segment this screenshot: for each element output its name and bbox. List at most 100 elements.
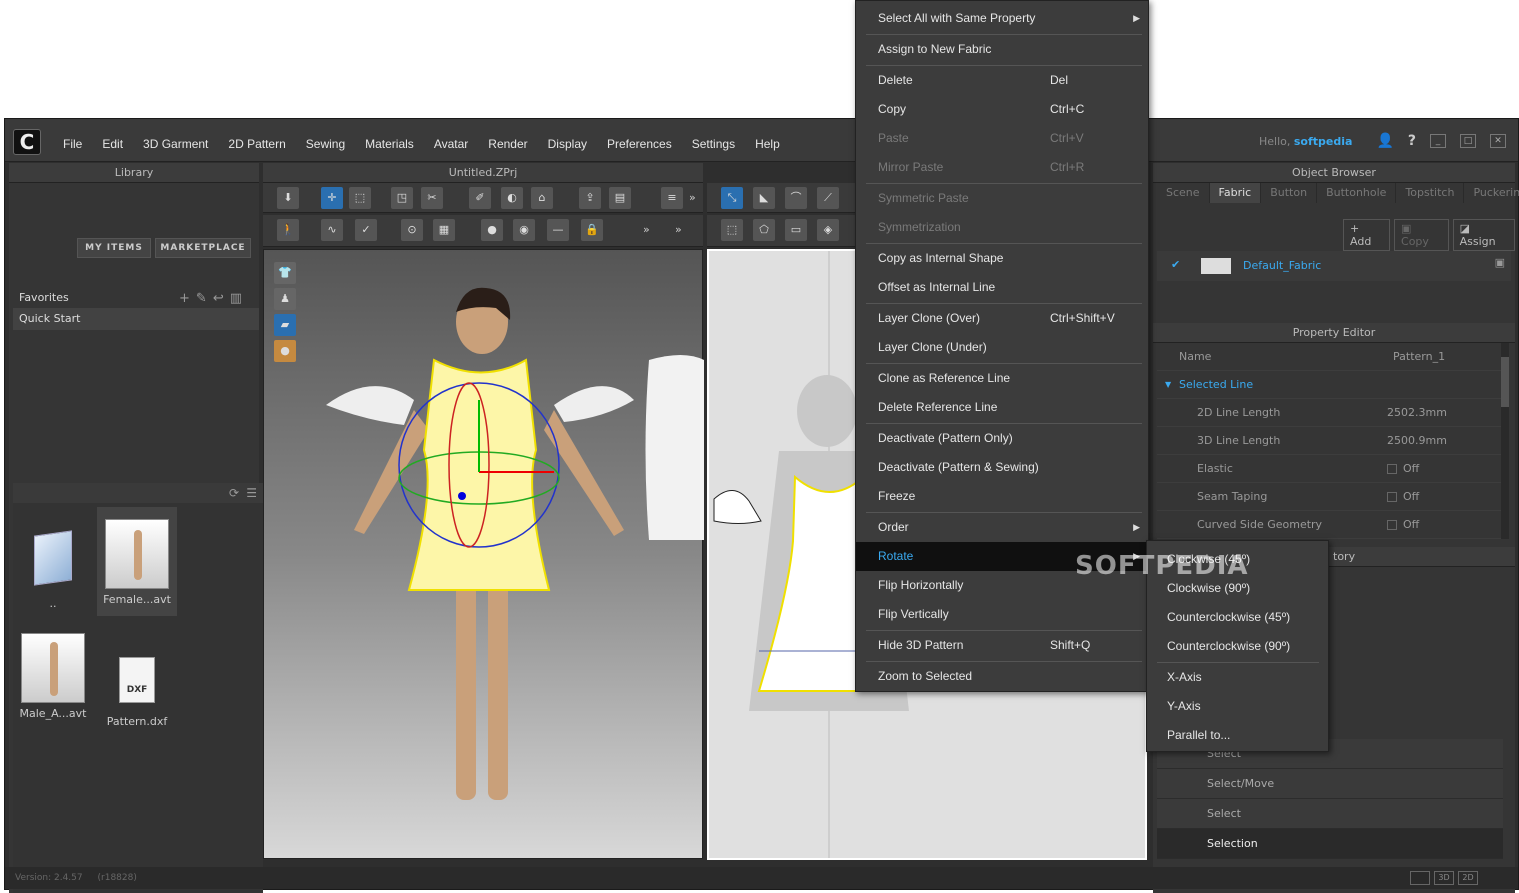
- file-item-pattern-dxf[interactable]: DXF Pattern.dxf: [97, 643, 177, 728]
- fabric-save-icon[interactable]: ▣: [1495, 256, 1505, 269]
- seam-taping-toggle[interactable]: Off: [1387, 483, 1419, 511]
- fold-tool-icon[interactable]: ◐: [501, 187, 523, 209]
- tab-puckering[interactable]: Puckering: [1464, 183, 1519, 203]
- menu-item-delete-reference-line[interactable]: Delete Reference Line: [856, 393, 1148, 422]
- circle-tool-icon[interactable]: ◉: [513, 219, 535, 241]
- garment-tool-icon[interactable]: ▤: [609, 187, 631, 209]
- tab-button[interactable]: Button: [1261, 183, 1318, 203]
- menu-item-delete[interactable]: Delete Del: [856, 66, 1148, 95]
- sew-tool-icon[interactable]: ∿: [321, 219, 343, 241]
- menu-render[interactable]: Render: [478, 137, 537, 151]
- checkbox[interactable]: [1387, 464, 1397, 474]
- menu-edit[interactable]: Edit: [92, 137, 133, 151]
- menu-item-select-all-same-property[interactable]: Select All with Same Property ▶: [856, 4, 1148, 33]
- checkbox[interactable]: [1387, 520, 1397, 530]
- menu-item-assign-new-fabric[interactable]: Assign to New Fabric: [856, 35, 1148, 64]
- needle-tool-icon[interactable]: ✓: [355, 219, 377, 241]
- 3d-viewport[interactable]: 👕 ♟ ▰ ●: [263, 249, 704, 859]
- menu-help[interactable]: Help: [745, 137, 790, 151]
- menu-avatar[interactable]: Avatar: [424, 137, 478, 151]
- marketplace-button[interactable]: MARKETPLACE: [155, 238, 251, 258]
- menu-item-flip-vertically[interactable]: Flip Vertically: [856, 600, 1148, 629]
- menu-item-copy[interactable]: Copy Ctrl+C: [856, 95, 1148, 124]
- expand-icon[interactable]: ▼: [1165, 371, 1171, 399]
- left-sleeve-pattern[interactable]: [326, 386, 414, 425]
- 2d-dart-icon[interactable]: ◈: [817, 219, 839, 241]
- walk-tool-icon[interactable]: 🚶: [277, 219, 299, 241]
- file-item-parent[interactable]: ..: [13, 523, 93, 610]
- history-item[interactable]: Select/Move: [1157, 769, 1503, 799]
- gizmo-z-handle[interactable]: [458, 492, 466, 500]
- submenu-counterclockwise-90[interactable]: Counterclockwise (90º): [1147, 632, 1328, 661]
- menu-file[interactable]: File: [53, 137, 92, 151]
- menu-preferences[interactable]: Preferences: [597, 137, 682, 151]
- trash-icon[interactable]: ▥: [230, 291, 248, 306]
- shirt-tool-icon[interactable]: ⌂: [531, 187, 553, 209]
- menu-sewing[interactable]: Sewing: [296, 137, 355, 151]
- submenu-x-axis[interactable]: X-Axis: [1147, 663, 1328, 692]
- point-tool-icon[interactable]: ●: [481, 219, 503, 241]
- layer-tool-icon[interactable]: ≡: [661, 187, 683, 209]
- button-tool-icon[interactable]: ⊙: [401, 219, 423, 241]
- line-tool-icon[interactable]: —: [547, 219, 569, 241]
- username[interactable]: softpedia: [1294, 135, 1353, 148]
- fabric-list-item[interactable]: ✔ Default_Fabric ▣: [1157, 251, 1511, 281]
- topstitch-tool-icon[interactable]: ▦: [433, 219, 455, 241]
- assign-fabric-button[interactable]: ◪ Assign: [1452, 219, 1515, 251]
- back-icon[interactable]: ↩: [213, 291, 230, 306]
- property-name-value[interactable]: Pattern_1: [1393, 343, 1445, 371]
- menu-3d-garment[interactable]: 3D Garment: [133, 137, 218, 151]
- cut-tool-icon[interactable]: ✂: [421, 187, 443, 209]
- tab-fabric[interactable]: Fabric: [1209, 183, 1262, 203]
- 2d-internal-rect-icon[interactable]: ▭: [785, 219, 807, 241]
- close-button[interactable]: ✕: [1490, 134, 1506, 148]
- down-arrow-tool-icon[interactable]: ⬇: [277, 187, 299, 209]
- minimize-button[interactable]: _: [1430, 134, 1446, 148]
- scrollbar-thumb[interactable]: [1501, 357, 1509, 407]
- pencil-icon[interactable]: ✎: [196, 291, 213, 306]
- add-icon[interactable]: +: [179, 291, 196, 306]
- toolbar-overflow[interactable]: »: [675, 223, 682, 236]
- 2d-curve-icon[interactable]: ⌒: [785, 187, 807, 209]
- submenu-counterclockwise-45[interactable]: Counterclockwise (45º): [1147, 603, 1328, 632]
- lock-tool-icon[interactable]: 🔒: [581, 219, 603, 241]
- file-item-female-avatar[interactable]: Female...avt: [97, 507, 177, 616]
- my-items-button[interactable]: MY ITEMS: [77, 238, 151, 258]
- menu-item-copy-internal-shape[interactable]: Copy as Internal Shape: [856, 244, 1148, 273]
- 2d-transform-tool-icon[interactable]: ⤡: [721, 187, 743, 209]
- add-fabric-button[interactable]: + Add: [1343, 219, 1391, 251]
- menu-display[interactable]: Display: [538, 137, 597, 151]
- tab-buttonhole[interactable]: Buttonhole: [1317, 183, 1397, 203]
- menu-2d-pattern[interactable]: 2D Pattern: [218, 137, 295, 151]
- submenu-parallel-to[interactable]: Parallel to...: [1147, 721, 1328, 750]
- fabric-name[interactable]: Default_Fabric: [1243, 259, 1321, 272]
- menu-item-freeze[interactable]: Freeze: [856, 482, 1148, 511]
- toolbar-overflow[interactable]: »: [689, 191, 696, 204]
- menu-item-layer-clone-under[interactable]: Layer Clone (Under): [856, 333, 1148, 362]
- split-view-icon[interactable]: [1410, 871, 1430, 885]
- menu-item-zoom-to-selected[interactable]: Zoom to Selected: [856, 662, 1148, 691]
- right-sleeve-pattern[interactable]: [554, 386, 634, 422]
- pin-tool-icon[interactable]: ⇪: [579, 187, 601, 209]
- file-item-male-avatar[interactable]: Male_A...avt: [13, 633, 93, 720]
- refresh-icon[interactable]: ⟳: [229, 486, 239, 500]
- maximize-button[interactable]: □: [1460, 134, 1476, 148]
- tab-topstitch[interactable]: Topstitch: [1396, 183, 1465, 203]
- copy-fabric-button[interactable]: ▣ Copy: [1394, 219, 1449, 251]
- property-scrollbar[interactable]: [1501, 343, 1509, 539]
- 2d-rectangle-icon[interactable]: ⬚: [721, 219, 743, 241]
- 2d-edit-point-icon[interactable]: ◣: [753, 187, 775, 209]
- 2d-view-icon[interactable]: 2D: [1458, 871, 1478, 885]
- user-icon[interactable]: 👤: [1376, 133, 1393, 149]
- menu-item-deactivate-pattern-sewing[interactable]: Deactivate (Pattern & Sewing): [856, 453, 1148, 482]
- menu-item-offset-internal-line[interactable]: Offset as Internal Line: [856, 273, 1148, 302]
- tab-scene[interactable]: Scene: [1157, 183, 1210, 203]
- property-value[interactable]: 2502.3mm: [1387, 399, 1447, 427]
- quick-start-item[interactable]: Quick Start: [13, 308, 259, 330]
- select-box-tool-icon[interactable]: ⬚: [349, 187, 371, 209]
- menu-materials[interactable]: Materials: [355, 137, 424, 151]
- property-value[interactable]: 2500.9mm: [1387, 427, 1447, 455]
- transform-tool-icon[interactable]: ◳: [391, 187, 413, 209]
- 2d-segment-icon[interactable]: ⟋: [817, 187, 839, 209]
- elastic-toggle[interactable]: Off: [1387, 455, 1419, 483]
